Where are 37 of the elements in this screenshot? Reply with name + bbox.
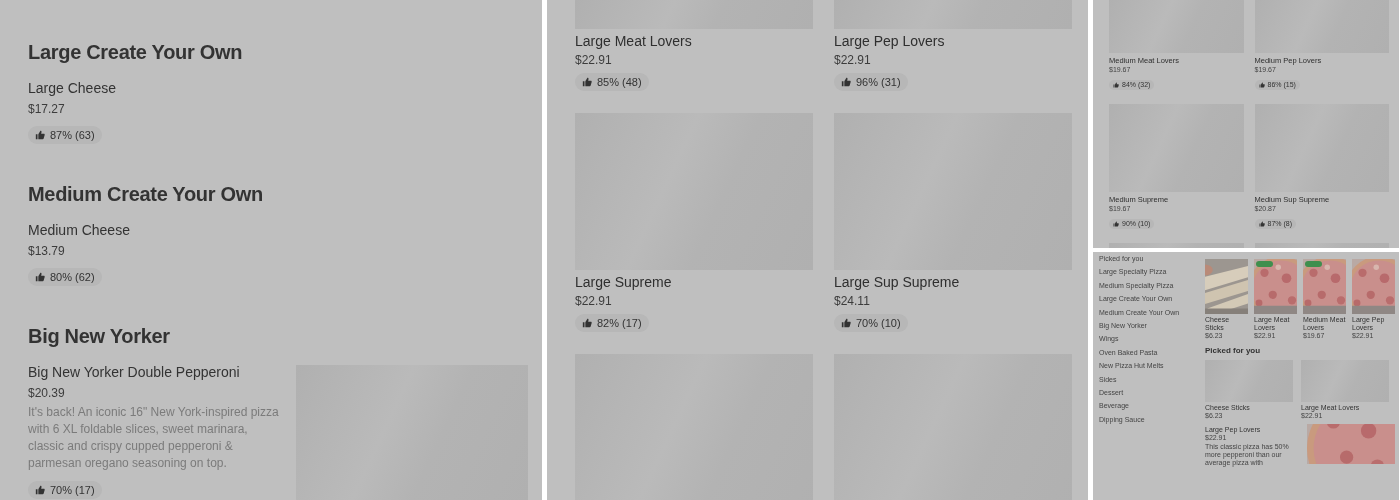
rating-pill: 80% (62) xyxy=(28,268,102,286)
item-price: $22.91 xyxy=(575,293,613,309)
section-heading: Picked for you xyxy=(1205,346,1262,356)
section-heading: Big New Yorker xyxy=(28,324,171,348)
item-name[interactable]: Medium Cheese xyxy=(28,221,280,239)
thumbs-up-icon xyxy=(1113,221,1119,227)
rating-pill: 70% (17) xyxy=(28,481,102,499)
rating-pill: 85% (48) xyxy=(575,73,649,91)
item-price: $22.91 xyxy=(834,52,872,68)
section-heading: Large Create Your Own xyxy=(28,40,244,64)
item-price: $13.79 xyxy=(28,243,66,259)
thumbs-up-icon xyxy=(841,77,851,87)
rating-pill: 70% (10) xyxy=(834,314,908,332)
item-price: $17.27 xyxy=(28,101,66,117)
item-price: $24.11 xyxy=(834,293,871,309)
thumbs-up-icon xyxy=(1113,82,1119,88)
item-name[interactable]: Large Sup Supreme xyxy=(834,273,1072,291)
thumbs-up-icon xyxy=(35,272,45,282)
thumbs-up-icon xyxy=(841,318,851,328)
thumbs-up-icon xyxy=(35,130,45,140)
item-description: It's back! An iconic 16" New York-inspired pizza with 6 XL foldable slices, sweet marinara, classic and crispy cupped pepperoni & parmesan oregano seasoning on top. xyxy=(28,404,280,472)
item-price: $20.39 xyxy=(28,385,66,401)
item-price: $22.91 xyxy=(575,52,613,68)
item-name[interactable]: Large Cheese xyxy=(28,79,280,97)
section-heading: Medium Create Your Own xyxy=(28,182,264,206)
thumbs-up-icon xyxy=(1258,221,1265,227)
thumbs-up-icon xyxy=(582,77,592,87)
item-name[interactable]: Big New Yorker Double Pepperoni xyxy=(28,363,280,381)
item-name[interactable]: Large Supreme xyxy=(575,273,813,291)
item-name[interactable]: Large Meat Lovers xyxy=(575,32,813,50)
rating-pill: 82% (17) xyxy=(575,314,649,332)
thumbs-up-icon xyxy=(582,318,592,328)
rating-pill: 96% (31) xyxy=(834,73,908,91)
thumbs-up-icon xyxy=(35,485,45,495)
item-name[interactable]: Large Pep Lovers xyxy=(834,32,1072,50)
rating-pill: 87% (63) xyxy=(28,126,102,144)
thumbs-up-icon xyxy=(1258,82,1265,88)
